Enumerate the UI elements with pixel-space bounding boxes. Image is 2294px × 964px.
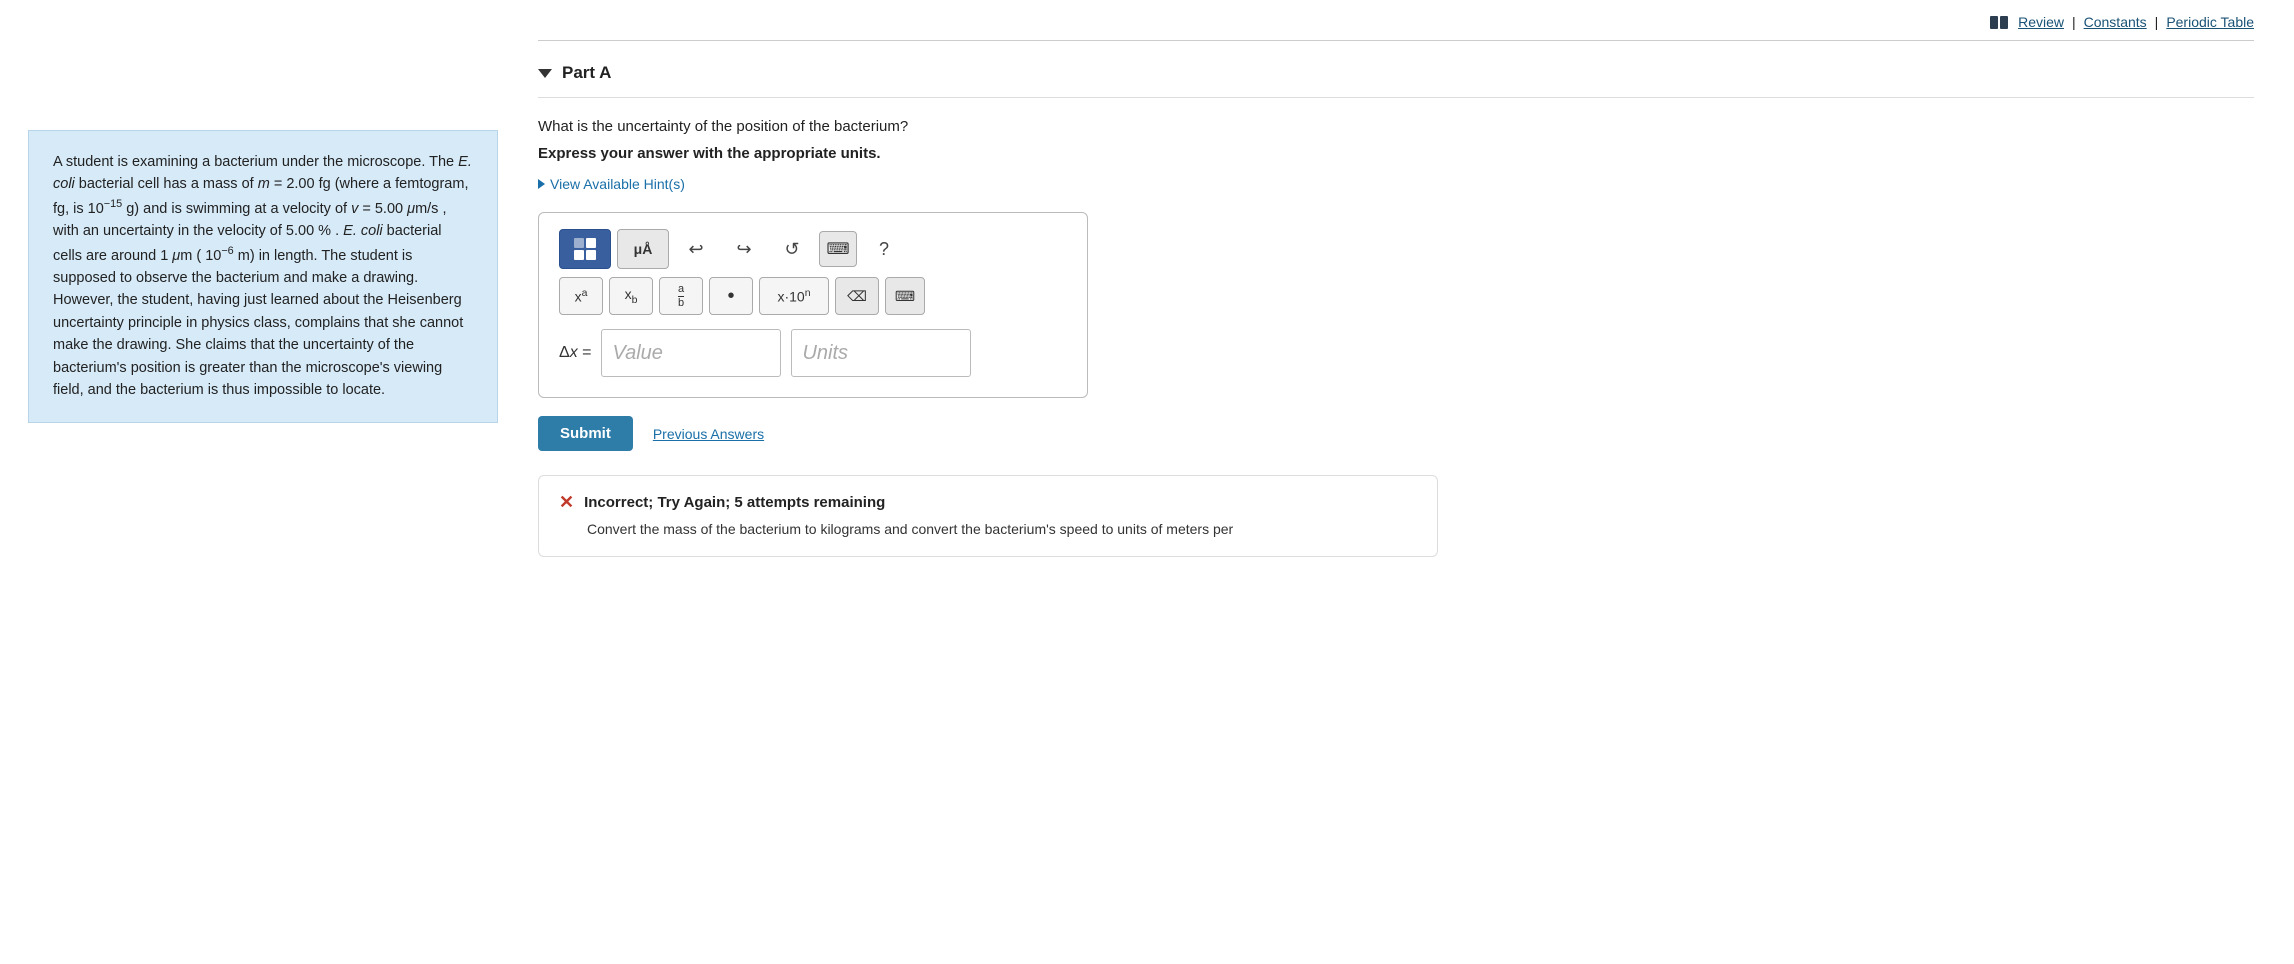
fraction-button[interactable]: a b bbox=[659, 277, 703, 315]
superscript-icon: xa bbox=[575, 287, 588, 305]
subscript-icon: xb bbox=[625, 286, 638, 306]
error-title-row: ✕ Incorrect; Try Again; 5 attempts remai… bbox=[559, 492, 1417, 513]
submit-row: Submit Previous Answers bbox=[538, 416, 2254, 451]
book-icon bbox=[1990, 16, 2008, 29]
hint-label: View Available Hint(s) bbox=[550, 176, 685, 192]
grid-icon bbox=[574, 238, 596, 260]
periodic-table-link[interactable]: Periodic Table bbox=[2166, 14, 2254, 30]
value-placeholder: Value bbox=[612, 342, 662, 365]
part-a-header: Part A bbox=[538, 41, 2254, 98]
error-title-text: Incorrect; Try Again; 5 attempts remaini… bbox=[584, 494, 885, 511]
separator-1: | bbox=[2072, 14, 2076, 30]
fraction-icon: a b bbox=[678, 283, 684, 309]
review-link[interactable]: Review bbox=[2018, 14, 2064, 30]
part-a-label: Part A bbox=[562, 63, 611, 83]
help-button[interactable]: ? bbox=[863, 231, 905, 267]
backspace-icon: ⌫ bbox=[847, 288, 867, 305]
instruction-text: Express your answer with the appropriate… bbox=[538, 145, 2254, 162]
keyboard-button[interactable]: ⌨ bbox=[819, 231, 857, 267]
units-icon: μÅ bbox=[634, 241, 653, 257]
previous-answers-link[interactable]: Previous Answers bbox=[653, 426, 764, 442]
units-placeholder: Units bbox=[802, 342, 848, 365]
superscript-button[interactable]: xa bbox=[559, 277, 603, 315]
units-button[interactable]: μÅ bbox=[617, 229, 669, 269]
constants-link[interactable]: Constants bbox=[2084, 14, 2147, 30]
error-box: ✕ Incorrect; Try Again; 5 attempts remai… bbox=[538, 475, 1438, 557]
hint-arrow-icon bbox=[538, 179, 545, 189]
scientific-notation-icon: x·10n bbox=[777, 287, 810, 305]
refresh-icon: ↺ bbox=[784, 239, 799, 259]
delta-x-label: Δx = bbox=[559, 344, 591, 362]
subscript-button[interactable]: xb bbox=[609, 277, 653, 315]
problem-statement: A student is examining a bacterium under… bbox=[28, 130, 498, 423]
toolbar-row-1: μÅ ↩ ↪ ↺ ⌨ ? bbox=[559, 229, 1067, 269]
error-body-text: Convert the mass of the bacterium to kil… bbox=[587, 519, 1417, 540]
keyboard-2-icon: ⌨ bbox=[895, 288, 915, 305]
units-input[interactable]: Units bbox=[791, 329, 971, 377]
error-x-icon: ✕ bbox=[559, 492, 574, 513]
math-input-box: μÅ ↩ ↪ ↺ ⌨ ? xa bbox=[538, 212, 1088, 398]
grid-mode-button[interactable] bbox=[559, 229, 611, 269]
keyboard-button-2[interactable]: ⌨ bbox=[885, 277, 925, 315]
redo-icon: ↪ bbox=[736, 239, 751, 259]
right-panel: Review | Constants | Periodic Table Part… bbox=[498, 0, 2294, 964]
undo-button[interactable]: ↩ bbox=[675, 231, 717, 267]
answer-row: Δx = Value Units bbox=[559, 329, 1067, 377]
refresh-button[interactable]: ↺ bbox=[771, 231, 813, 267]
undo-icon: ↩ bbox=[688, 239, 703, 259]
math-toolbar-row-2: xa xb a b • x·10n ⌫ ⌨ bbox=[559, 277, 1067, 315]
collapse-chevron[interactable] bbox=[538, 69, 552, 78]
submit-button[interactable]: Submit bbox=[538, 416, 633, 451]
hint-link[interactable]: View Available Hint(s) bbox=[538, 176, 2254, 192]
scientific-notation-button[interactable]: x·10n bbox=[759, 277, 829, 315]
dot-icon: • bbox=[727, 286, 734, 306]
top-bar: Review | Constants | Periodic Table bbox=[538, 0, 2254, 41]
keyboard-icon: ⌨ bbox=[826, 239, 849, 259]
value-input[interactable]: Value bbox=[601, 329, 781, 377]
question-text: What is the uncertainty of the position … bbox=[538, 118, 2254, 135]
backspace-button[interactable]: ⌫ bbox=[835, 277, 879, 315]
problem-text: A student is examining a bacterium under… bbox=[53, 151, 473, 402]
separator-2: | bbox=[2155, 14, 2159, 30]
help-icon: ? bbox=[879, 239, 889, 259]
redo-button[interactable]: ↪ bbox=[723, 231, 765, 267]
dot-button[interactable]: • bbox=[709, 277, 753, 315]
